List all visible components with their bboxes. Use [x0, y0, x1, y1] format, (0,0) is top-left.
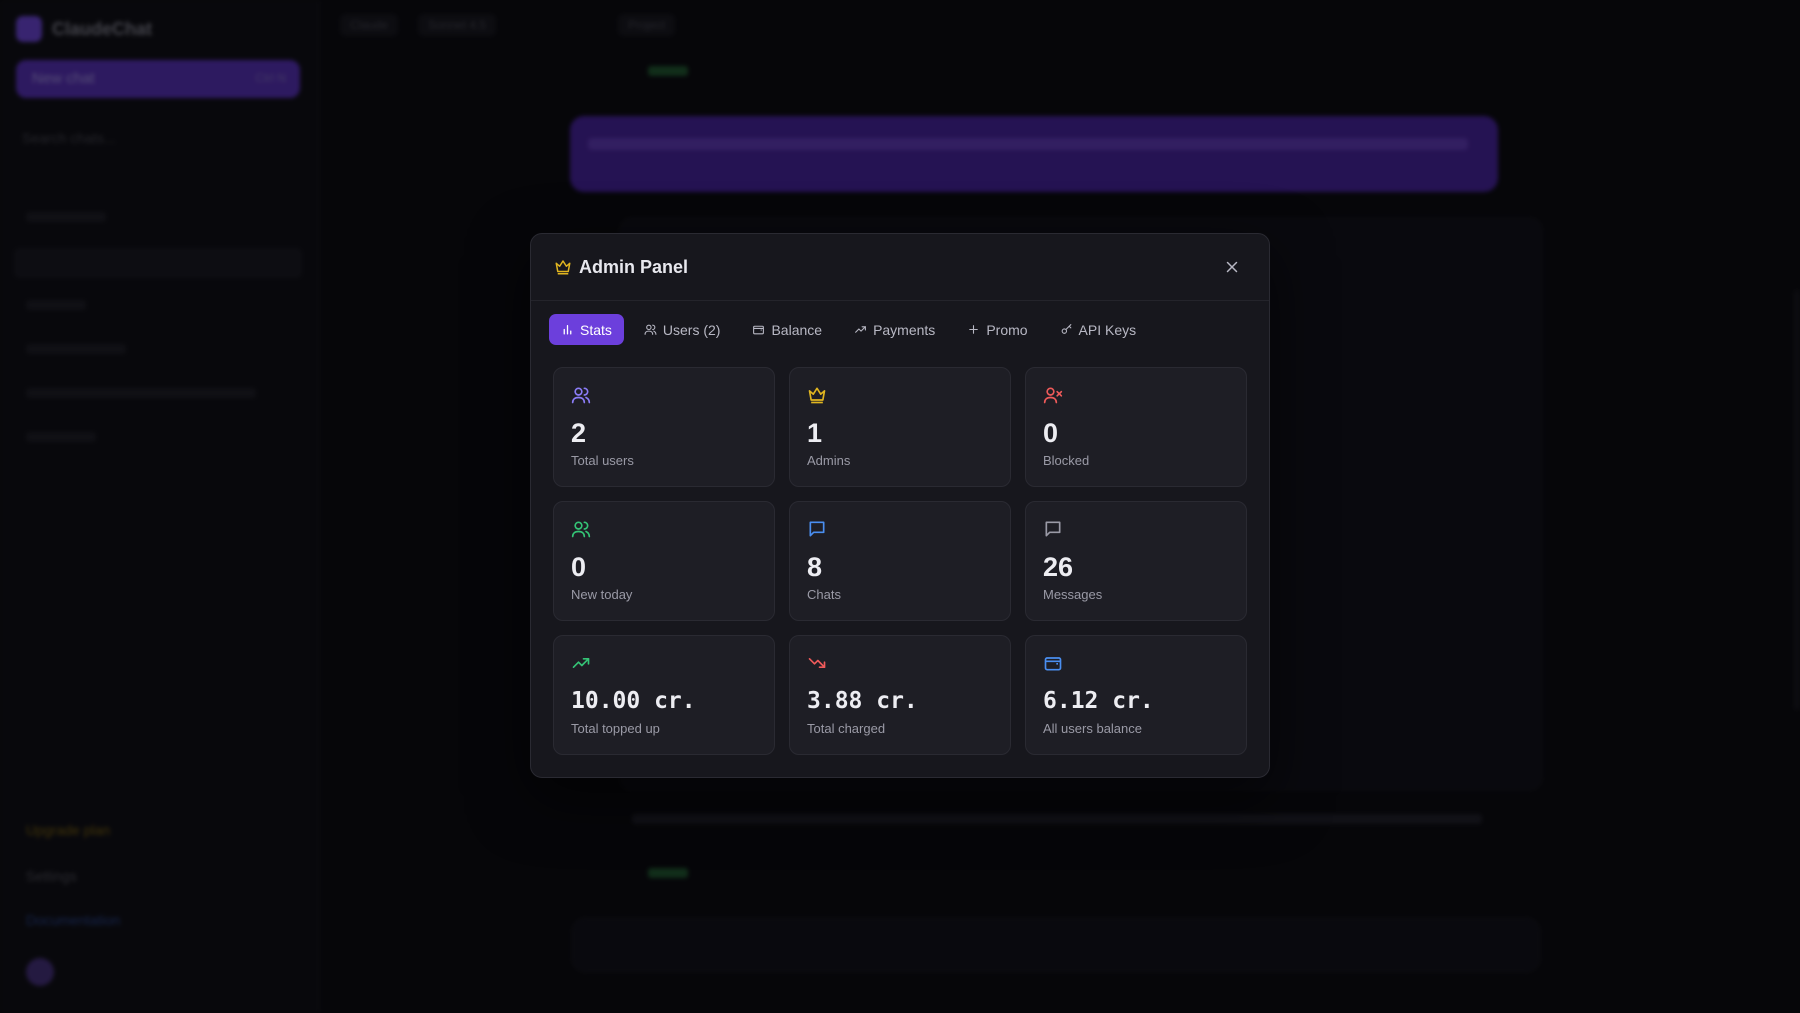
stat-label: Total topped up [571, 721, 660, 736]
admin-panel-modal: Admin Panel Stats Users (2) Balance Paym… [530, 233, 1270, 778]
trend-up-icon [572, 658, 590, 668]
tab-stats[interactable]: Stats [549, 314, 624, 345]
stat-label: Admins [807, 453, 851, 468]
stat-card-chats: 8 Chats [789, 501, 1011, 621]
trend-down-icon [808, 658, 826, 668]
user-x-icon [1043, 387, 1063, 404]
stat-value: 0 [1043, 418, 1059, 448]
stat-value: 26 [1043, 552, 1074, 582]
stat-card-total-charged: 3.88 cr. Total charged [789, 635, 1011, 755]
tab-api-keys[interactable]: API Keys [1048, 314, 1149, 345]
key-icon [1061, 324, 1071, 334]
plus-icon [969, 325, 979, 334]
stat-label: New today [571, 587, 633, 602]
tab-promo[interactable]: Promo [955, 314, 1039, 345]
wallet-icon [1044, 657, 1062, 671]
stat-value: 1 [807, 418, 823, 448]
users-icon [644, 324, 657, 335]
tab-label: Promo [986, 321, 1028, 338]
tab-label: Stats [580, 321, 612, 338]
stat-label: Blocked [1043, 453, 1090, 468]
trend-up-icon [855, 326, 866, 333]
bar-chart-icon [563, 325, 572, 335]
stats-grid: 2 Total users 1 Admins 0 Blocked 0 New t… [553, 367, 1249, 755]
stat-value: 10.00 cr. [571, 688, 696, 714]
stat-value: 0 [571, 552, 587, 582]
message-square-icon [809, 521, 825, 537]
tab-label: API Keys [1078, 321, 1137, 338]
stat-value: 3.88 cr. [807, 688, 918, 714]
stat-card-all-users-balance: 6.12 cr. All users balance [1025, 635, 1247, 755]
stat-label: Total users [571, 453, 634, 468]
admin-tabs: Stats Users (2) Balance Payments Promo A… [549, 314, 1148, 345]
stat-label: Chats [807, 587, 841, 602]
modal-title: Admin Panel [579, 257, 689, 277]
stat-card-total-users: 2 Total users [553, 367, 775, 487]
users-icon [571, 521, 591, 538]
stat-card-new-today: 0 New today [553, 501, 775, 621]
stat-card-messages: 26 Messages [1025, 501, 1247, 621]
stat-value: 6.12 cr. [1043, 688, 1154, 714]
stat-value: 2 [571, 418, 587, 448]
crown-icon [555, 260, 571, 275]
tab-payments[interactable]: Payments [842, 314, 947, 345]
stat-card-admins: 1 Admins [789, 367, 1011, 487]
users-icon [571, 387, 591, 404]
stat-label: Messages [1043, 587, 1103, 602]
tab-label: Payments [873, 321, 936, 338]
stat-card-blocked: 0 Blocked [1025, 367, 1247, 487]
modal-header: Admin Panel [531, 234, 1269, 301]
tab-label: Balance [771, 321, 823, 338]
stat-value: 8 [807, 552, 823, 582]
wallet-icon [753, 325, 765, 335]
message-square-icon [1045, 521, 1061, 537]
tab-users[interactable]: Users (2) [632, 314, 733, 345]
close-icon[interactable] [1223, 258, 1241, 276]
stat-card-total-topped-up: 10.00 cr. Total topped up [553, 635, 775, 755]
stat-label: Total charged [807, 721, 886, 736]
crown-icon [808, 387, 826, 404]
tab-label: Users (2) [662, 321, 721, 338]
tab-balance[interactable]: Balance [740, 314, 834, 345]
stat-label: All users balance [1043, 721, 1142, 736]
